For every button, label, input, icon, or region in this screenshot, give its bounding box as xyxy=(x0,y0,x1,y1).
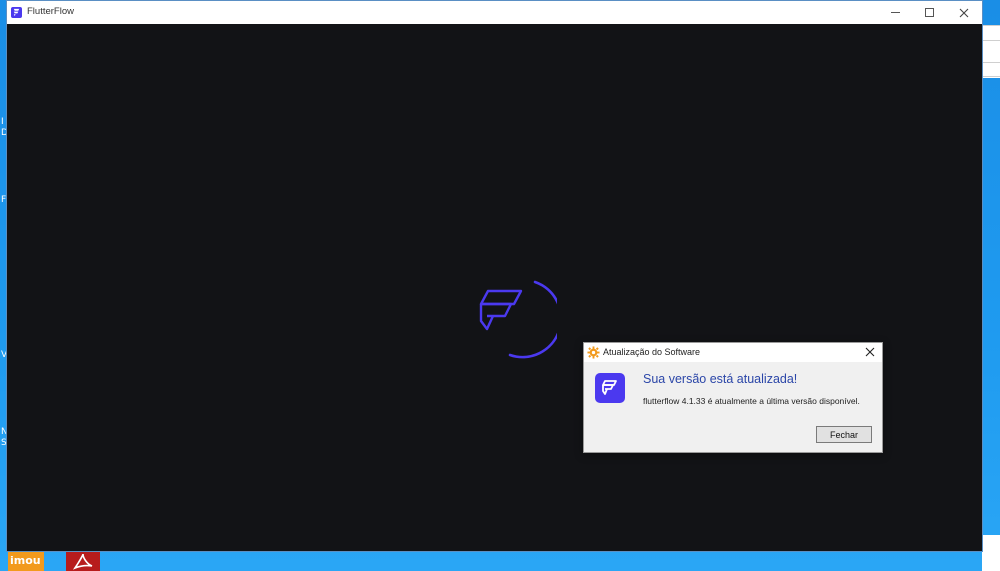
flutterflow-window: FlutterFlow xyxy=(7,1,982,551)
minimize-icon xyxy=(890,12,900,13)
dialog-close-button[interactable] xyxy=(863,345,877,359)
flutterflow-app-icon xyxy=(11,7,22,18)
dialog-title: Atualização do Software xyxy=(603,347,701,357)
maximize-icon xyxy=(924,8,934,17)
app-content-area xyxy=(7,24,982,551)
imou-app-icon[interactable]: imou xyxy=(8,551,44,571)
update-status-message: flutterflow 4.1.33 é atualmente a última… xyxy=(643,396,860,406)
window-title: FlutterFlow xyxy=(27,6,74,17)
close-window-button[interactable] xyxy=(947,1,981,24)
loading-spinner xyxy=(479,280,557,359)
dialog-body: Sua versão está atualizada! flutterflow … xyxy=(584,362,882,452)
software-update-dialog: Atualização do Software Sua versão está … xyxy=(583,342,883,453)
maximize-button[interactable] xyxy=(912,1,946,24)
acrobat-icon xyxy=(72,553,93,570)
update-status-heading: Sua versão está atualizada! xyxy=(643,372,798,386)
close-icon xyxy=(959,8,969,17)
pdf-reader-icon[interactable] xyxy=(66,551,100,571)
desktop-icon-label: I xyxy=(1,117,4,127)
loading-arc xyxy=(508,280,557,359)
flutterflow-app-icon xyxy=(595,373,625,403)
desktop-icon-label: S xyxy=(1,438,7,448)
dialog-titlebar[interactable]: Atualização do Software xyxy=(584,343,882,362)
gear-icon xyxy=(587,346,600,359)
window-titlebar[interactable]: FlutterFlow xyxy=(7,1,982,24)
close-dialog-button[interactable]: Fechar xyxy=(816,426,872,443)
flutterflow-logo-icon xyxy=(479,289,523,331)
background-window-edge-bottom xyxy=(982,535,1000,571)
close-icon xyxy=(865,347,875,357)
imou-label: imou xyxy=(10,554,41,567)
minimize-button[interactable] xyxy=(878,1,912,24)
background-window-edge xyxy=(982,25,1000,78)
